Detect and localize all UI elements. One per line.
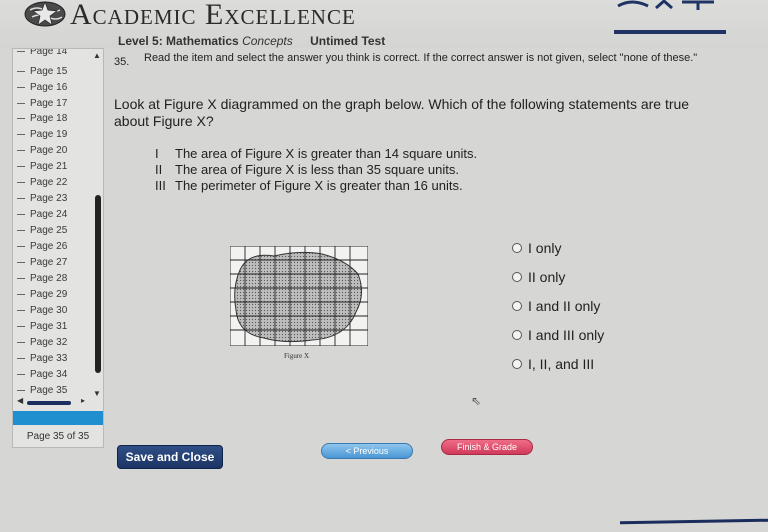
statement-numeral: I xyxy=(155,146,159,161)
mouse-pointer-icon: ⇖ xyxy=(471,394,482,408)
statement-2: II The area of Figure X is less than 35 s… xyxy=(155,162,477,178)
page-item-label: Page 30 xyxy=(30,305,68,316)
statement-list: I The area of Figure X is greater than 14… xyxy=(155,146,477,194)
page-item-label: Page 16 xyxy=(30,82,68,93)
answer-option-4[interactable]: I and III only xyxy=(512,325,604,345)
page-item-label: Page 35 xyxy=(30,385,68,396)
page-item-label: Page 27 xyxy=(30,257,68,268)
page-item-label: Page 21 xyxy=(30,161,68,172)
test-mode-label: Untimed Test xyxy=(310,34,386,48)
page-item-label: Page 33 xyxy=(30,353,68,364)
page-item-18[interactable]: Page 18 xyxy=(17,112,67,126)
page-item-32[interactable]: Page 32 xyxy=(17,336,67,350)
scroll-left-arrow-icon[interactable]: ◀ xyxy=(17,396,23,405)
page-item-label: Page 17 xyxy=(30,98,68,109)
answer-label: I only xyxy=(528,240,562,256)
radio-button[interactable] xyxy=(512,330,522,340)
page-item-14[interactable]: Page 14 xyxy=(17,49,67,59)
answer-option-2[interactable]: II only xyxy=(512,267,565,287)
level-label: Level 5: Mathematics xyxy=(118,34,239,48)
page-item-24[interactable]: Page 24 xyxy=(17,208,67,222)
brand-logo-icon xyxy=(614,0,726,34)
page-item-23[interactable]: Page 23 xyxy=(17,192,67,206)
answer-label: I and III only xyxy=(528,327,605,343)
globe-logo-icon xyxy=(24,1,66,27)
answer-label: I and II only xyxy=(528,298,601,314)
page-item-17[interactable]: Page 17 xyxy=(17,97,67,111)
previous-button[interactable]: < Previous xyxy=(321,443,413,459)
page-item-25[interactable]: Page 25 xyxy=(17,224,67,238)
page-item-20[interactable]: Page 20 xyxy=(17,144,67,158)
page-item-34[interactable]: Page 34 xyxy=(17,368,67,382)
subject-tag: Concepts xyxy=(242,34,293,48)
vertical-scrollbar-thumb[interactable] xyxy=(95,195,101,373)
question-number: 35. xyxy=(114,56,130,68)
figure-caption: Figure X xyxy=(284,352,310,360)
save-and-close-button[interactable]: Save and Close xyxy=(117,445,223,469)
app-title: Academic Excellence xyxy=(70,0,356,31)
page-item-label: Page 29 xyxy=(30,289,68,300)
page-item-label: Page 31 xyxy=(30,321,68,332)
level-subtitle: Level 5: Mathematics Concepts Untimed Te… xyxy=(118,34,385,48)
page-item-26[interactable]: Page 26 xyxy=(17,240,67,254)
statement-text: The area of Figure X is less than 35 squ… xyxy=(175,162,459,177)
page-list: Page 14 Page 15 Page 16 Page 17 Page 18 … xyxy=(13,49,99,397)
statement-text: The area of Figure X is greater than 14 … xyxy=(175,146,478,161)
sidebar-accent-band xyxy=(13,411,103,425)
page-item-label: Page 15 xyxy=(30,66,68,77)
figure-x-graph xyxy=(230,246,368,346)
page-item-16[interactable]: Page 16 xyxy=(17,81,67,95)
page-item-label: Page 25 xyxy=(30,225,68,236)
statement-numeral: II xyxy=(155,162,163,177)
page-item-label: Page 23 xyxy=(30,193,68,204)
statement-3: III The perimeter of Figure X is greater … xyxy=(155,178,477,194)
page-item-19[interactable]: Page 19 xyxy=(17,128,67,142)
finish-and-grade-button[interactable]: Finish & Grade xyxy=(441,439,533,455)
page-item-label: Page 22 xyxy=(30,177,68,188)
radio-button[interactable] xyxy=(512,243,522,253)
page-item-label: Page 28 xyxy=(30,273,68,284)
page-item-29[interactable]: Page 29 xyxy=(17,288,67,302)
page-item-label: Page 19 xyxy=(30,129,68,140)
statement-1: I The area of Figure X is greater than 14… xyxy=(155,146,477,162)
page-item-31[interactable]: Page 31 xyxy=(17,320,67,334)
question-instructions: Read the item and select the answer you … xyxy=(144,52,698,64)
answer-option-5[interactable]: I, II, and III xyxy=(512,354,594,374)
page-item-22[interactable]: Page 22 xyxy=(17,176,67,190)
page-counter: Page 35 of 35 xyxy=(26,431,90,442)
page-item-label: Page 20 xyxy=(30,145,68,156)
page-item-33[interactable]: Page 33 xyxy=(17,352,67,366)
radio-button[interactable] xyxy=(512,301,522,311)
bottom-accent-line xyxy=(619,518,768,525)
page-item-21[interactable]: Page 21 xyxy=(17,160,67,174)
radio-button[interactable] xyxy=(512,359,522,369)
scroll-up-arrow-icon[interactable]: ▲ xyxy=(93,51,101,60)
question-stem: Look at Figure X diagrammed on the graph… xyxy=(114,96,690,129)
page-navigator: Page 14 Page 15 Page 16 Page 17 Page 18 … xyxy=(12,48,104,448)
page-item-label: Page 18 xyxy=(30,113,68,124)
statement-text: The perimeter of Figure X is greater tha… xyxy=(175,178,463,193)
page-item-label: Page 14 xyxy=(30,49,68,57)
page-item-35[interactable]: Page 35 xyxy=(17,384,67,397)
scroll-down-arrow-icon[interactable]: ▼ xyxy=(93,389,101,398)
page-item-15[interactable]: Page 15 xyxy=(17,65,67,79)
answer-label: I, II, and III xyxy=(528,356,595,372)
page-item-30[interactable]: Page 30 xyxy=(17,304,67,318)
scroll-right-arrow-icon[interactable]: ▸ xyxy=(81,396,85,405)
page-item-28[interactable]: Page 28 xyxy=(17,272,67,286)
radio-button[interactable] xyxy=(512,272,522,282)
page-item-label: Page 24 xyxy=(30,209,68,220)
horizontal-scrollbar-thumb[interactable] xyxy=(27,401,71,405)
page-item-label: Page 26 xyxy=(30,241,68,252)
page-item-label: Page 32 xyxy=(30,337,68,348)
answer-option-3[interactable]: I and II only xyxy=(512,296,600,316)
answer-option-1[interactable]: I only xyxy=(512,238,561,258)
answer-label: II only xyxy=(528,269,566,285)
page-item-27[interactable]: Page 27 xyxy=(17,256,67,270)
horizontal-scrollbar[interactable]: ◀ ▸ xyxy=(17,396,97,407)
statement-numeral: III xyxy=(155,178,166,193)
page-item-label: Page 34 xyxy=(30,369,68,380)
